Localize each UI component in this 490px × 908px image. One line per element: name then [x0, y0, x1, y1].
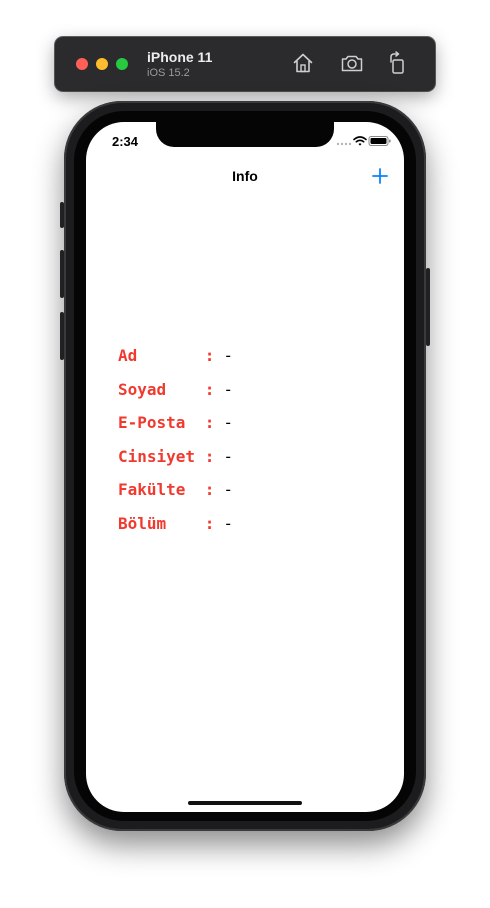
wifi-icon [353, 136, 367, 146]
info-list: Ad : - Soyad : - E-Posta : - Cinsiyet : - Fakült… [118, 346, 233, 547]
device-name: iPhone 11 [147, 49, 213, 65]
info-row: E-Posta :- [118, 413, 233, 447]
info-label: Soyad : [118, 379, 215, 399]
phone-screen: 2:34 Info Ad: - Soyad: - E-Posta: - C… [86, 122, 404, 812]
nav-title: Info [232, 168, 258, 184]
info-label: E-Posta : [118, 413, 215, 432]
info-row: Soyad :- [118, 380, 233, 414]
add-button[interactable] [370, 166, 390, 186]
screenshot-icon[interactable] [340, 51, 364, 75]
notch [156, 122, 334, 147]
info-value: - [223, 513, 233, 533]
info-row: Ad :- [118, 346, 233, 380]
status-time: 2:34 [112, 134, 139, 149]
info-row: Bölüm :- [118, 514, 233, 548]
info-value: - [223, 346, 233, 365]
info-label: Ad : [118, 346, 215, 365]
cellular-icon [336, 142, 352, 146]
info-value: - [223, 446, 233, 466]
info-value: - [223, 379, 233, 399]
home-indicator[interactable] [188, 801, 302, 805]
plus-icon [372, 168, 388, 184]
power-button [426, 268, 430, 346]
info-label: Fakülte : [118, 480, 215, 499]
rotate-icon[interactable] [386, 51, 410, 75]
os-version: iOS 15.2 [147, 67, 190, 79]
info-value: - [223, 413, 233, 432]
battery-icon [368, 136, 391, 146]
home-icon[interactable] [291, 51, 315, 75]
simulator-toolbar: iPhone 11 iOS 15.2 [55, 37, 435, 91]
minimize-window-button[interactable] [96, 58, 108, 70]
info-label: Cinsiyet : [118, 446, 215, 466]
maximize-window-button[interactable] [116, 58, 128, 70]
info-value: - [223, 480, 233, 499]
status-icons [336, 136, 391, 146]
info-row: Cinsiyet :- [118, 447, 233, 481]
info-label: Bölüm : [118, 513, 215, 533]
info-row: Fakülte :- [118, 480, 233, 514]
simulator-stage: iPhone 11 iOS 15.2 2:34 Info Ad: - Soya… [0, 0, 490, 908]
close-window-button[interactable] [76, 58, 88, 70]
